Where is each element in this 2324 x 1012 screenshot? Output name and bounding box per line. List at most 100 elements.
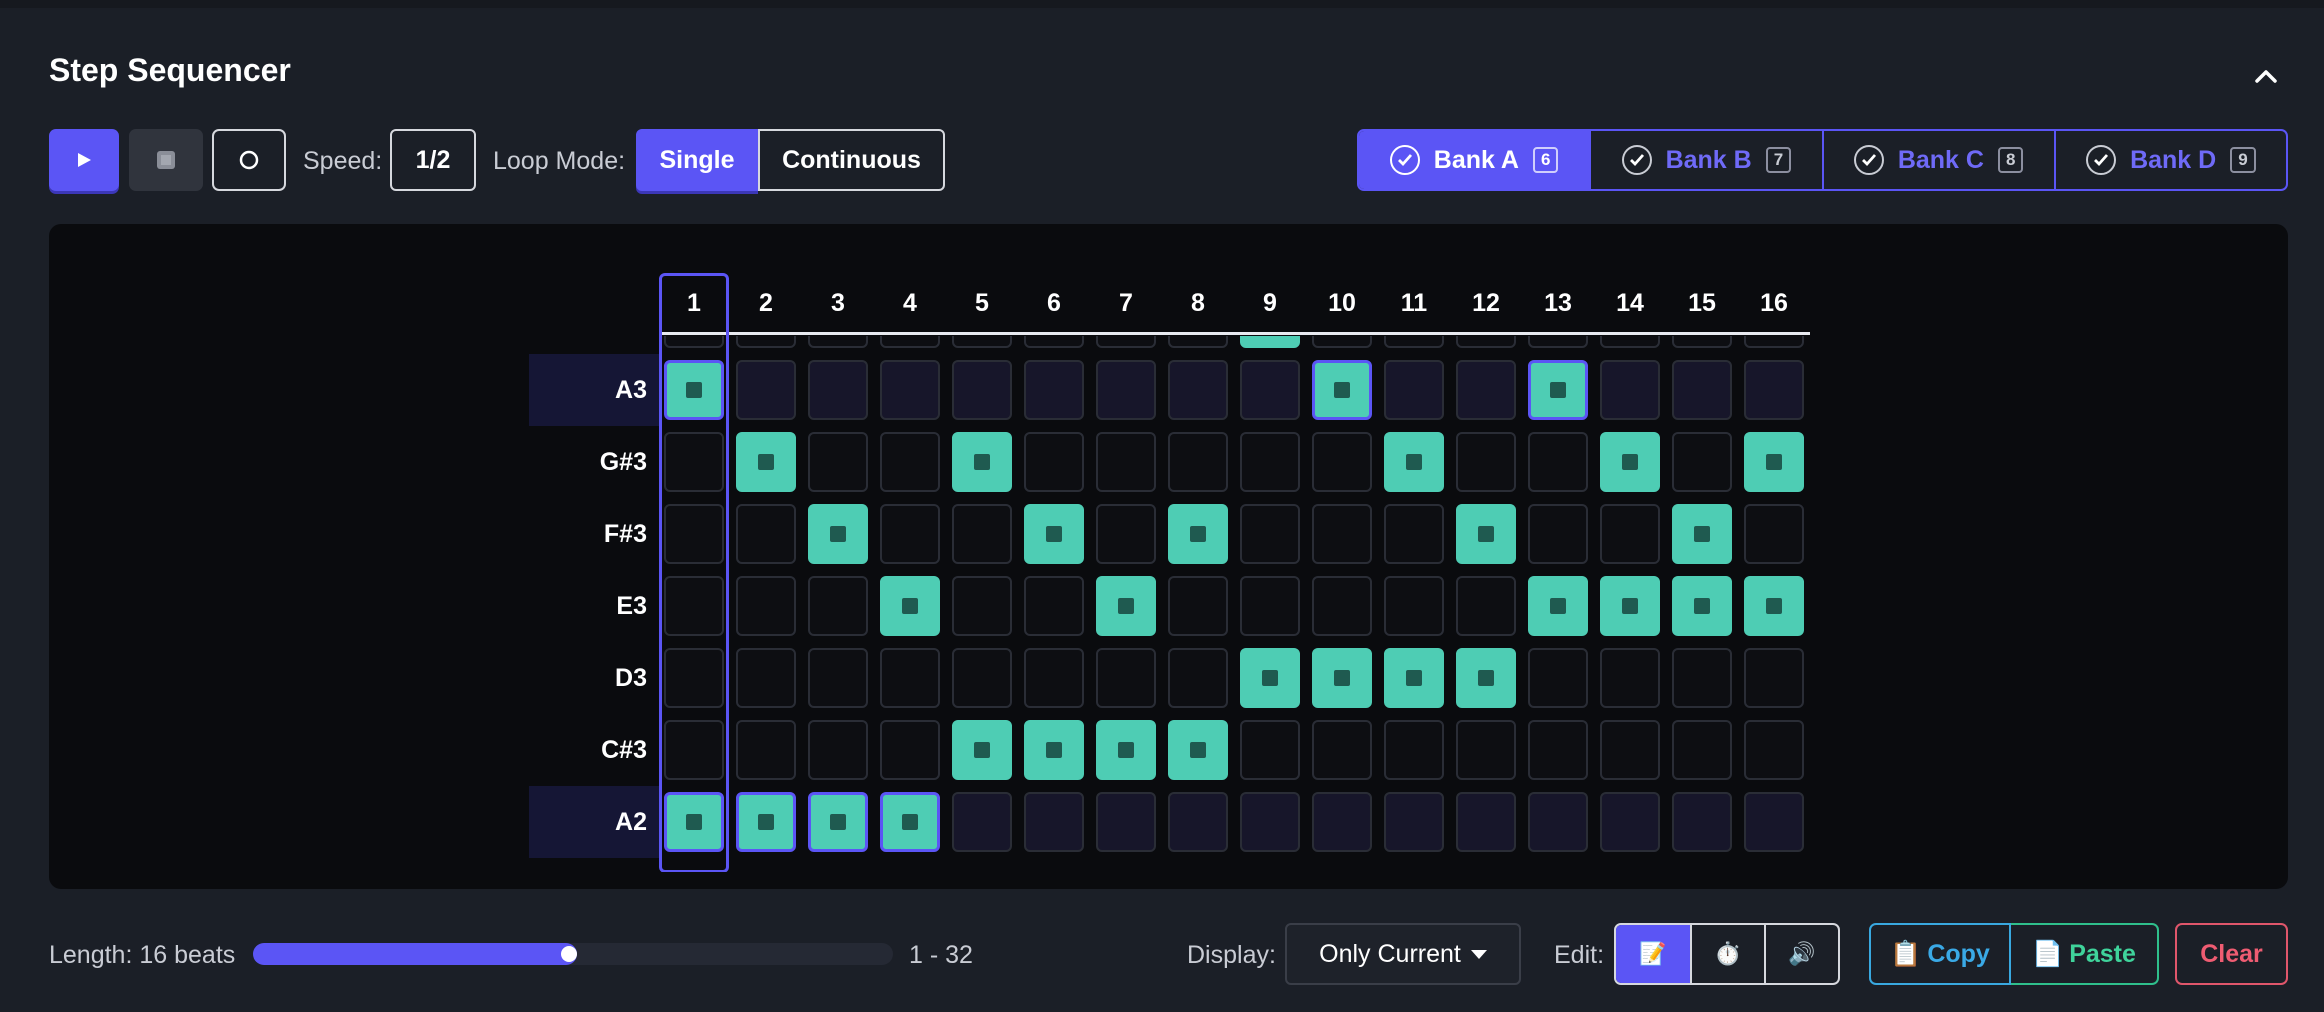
step-cell[interactable] [1168,792,1228,852]
step-cell[interactable] [1600,432,1660,492]
edit-timing-icon[interactable]: ⏱️ [1690,925,1764,983]
step-cell[interactable] [1744,648,1804,708]
step-cell[interactable] [1528,504,1588,564]
step-cell[interactable] [1096,360,1156,420]
step-cell[interactable] [1024,432,1084,492]
step-cell[interactable] [1744,720,1804,780]
loop-continuous-button[interactable]: Continuous [758,129,945,191]
step-cell[interactable] [1456,360,1516,420]
step-cell[interactable] [952,720,1012,780]
record-button[interactable] [212,129,286,191]
step-cell[interactable] [1240,360,1300,420]
step-cell[interactable] [880,360,940,420]
bank-d-button[interactable]: Bank D 9 [2053,131,2286,189]
step-cell[interactable] [1240,432,1300,492]
step-cell[interactable] [880,432,940,492]
step-cell[interactable] [1024,720,1084,780]
step-cell[interactable] [1312,576,1372,636]
step-cell[interactable] [880,720,940,780]
bank-b-button[interactable]: Bank B 7 [1589,131,1821,189]
note-rows[interactable]: B3 A3 G#3 F#3 E3 D3 C#3 A2 [529,336,1869,872]
step-cell[interactable] [736,576,796,636]
step-cell[interactable] [1672,336,1732,348]
step-cell[interactable] [880,648,940,708]
play-button[interactable] [49,129,119,191]
paste-button[interactable]: 📄 Paste [2011,923,2159,985]
step-cell[interactable] [1456,792,1516,852]
step-cell[interactable] [1744,336,1804,348]
step-cell[interactable] [1096,648,1156,708]
step-cell[interactable] [1744,576,1804,636]
step-cell[interactable] [880,792,940,852]
step-cell[interactable] [1600,576,1660,636]
step-cell[interactable] [664,504,724,564]
step-cell[interactable] [736,360,796,420]
step-cell[interactable] [1384,576,1444,636]
step-cell[interactable] [808,360,868,420]
step-cell[interactable] [1168,432,1228,492]
step-cell[interactable] [1168,360,1228,420]
step-cell[interactable] [1456,504,1516,564]
edit-note-icon[interactable]: 📝 [1616,925,1690,983]
step-cell[interactable] [664,792,724,852]
step-cell[interactable] [1384,360,1444,420]
step-cell[interactable] [1312,792,1372,852]
step-cell[interactable] [1744,504,1804,564]
step-cell[interactable] [880,336,940,348]
step-cell[interactable] [1600,336,1660,348]
step-cell[interactable] [664,432,724,492]
step-cell[interactable] [1096,432,1156,492]
step-cell[interactable] [1096,504,1156,564]
step-cell[interactable] [1672,504,1732,564]
step-cell[interactable] [1384,648,1444,708]
step-cell[interactable] [1672,432,1732,492]
step-cell[interactable] [1528,432,1588,492]
step-cell[interactable] [952,576,1012,636]
bank-c-button[interactable]: Bank C 8 [1821,131,2054,189]
length-slider-handle[interactable] [561,946,577,962]
loop-single-button[interactable]: Single [636,129,758,191]
step-cell[interactable] [808,720,868,780]
step-cell[interactable] [1024,648,1084,708]
step-cell[interactable] [1672,648,1732,708]
step-cell[interactable] [664,576,724,636]
edit-velocity-icon[interactable]: 🔊 [1764,925,1838,983]
step-cell[interactable] [1600,504,1660,564]
step-cell[interactable] [1024,792,1084,852]
step-cell[interactable] [1528,792,1588,852]
chevron-up-icon[interactable] [2252,62,2280,90]
step-cell[interactable] [1528,648,1588,708]
step-cell[interactable] [1744,432,1804,492]
step-cell[interactable] [1240,504,1300,564]
step-cell[interactable] [952,504,1012,564]
step-cell[interactable] [1456,432,1516,492]
step-cell[interactable] [1528,576,1588,636]
step-cell[interactable] [1384,336,1444,348]
step-cell[interactable] [880,504,940,564]
step-cell[interactable] [1312,504,1372,564]
step-cell[interactable] [808,504,868,564]
step-cell[interactable] [1240,336,1300,348]
step-cell[interactable] [664,648,724,708]
step-cell[interactable] [1240,792,1300,852]
step-cell[interactable] [1600,648,1660,708]
step-cell[interactable] [1240,720,1300,780]
step-cell[interactable] [808,792,868,852]
display-dropdown[interactable]: Only Current [1285,923,1521,985]
copy-button[interactable]: 📋 Copy [1869,923,2011,985]
step-cell[interactable] [1312,336,1372,348]
step-cell[interactable] [1672,576,1732,636]
step-cell[interactable] [1240,576,1300,636]
step-cell[interactable] [1312,360,1372,420]
step-cell[interactable] [1312,720,1372,780]
step-cell[interactable] [808,432,868,492]
step-cell[interactable] [808,648,868,708]
step-cell[interactable] [1024,360,1084,420]
step-cell[interactable] [664,336,724,348]
length-slider[interactable] [253,943,893,965]
step-cell[interactable] [1600,720,1660,780]
step-cell[interactable] [1168,504,1228,564]
step-cell[interactable] [1312,432,1372,492]
step-cell[interactable] [1384,504,1444,564]
step-cell[interactable] [1096,720,1156,780]
